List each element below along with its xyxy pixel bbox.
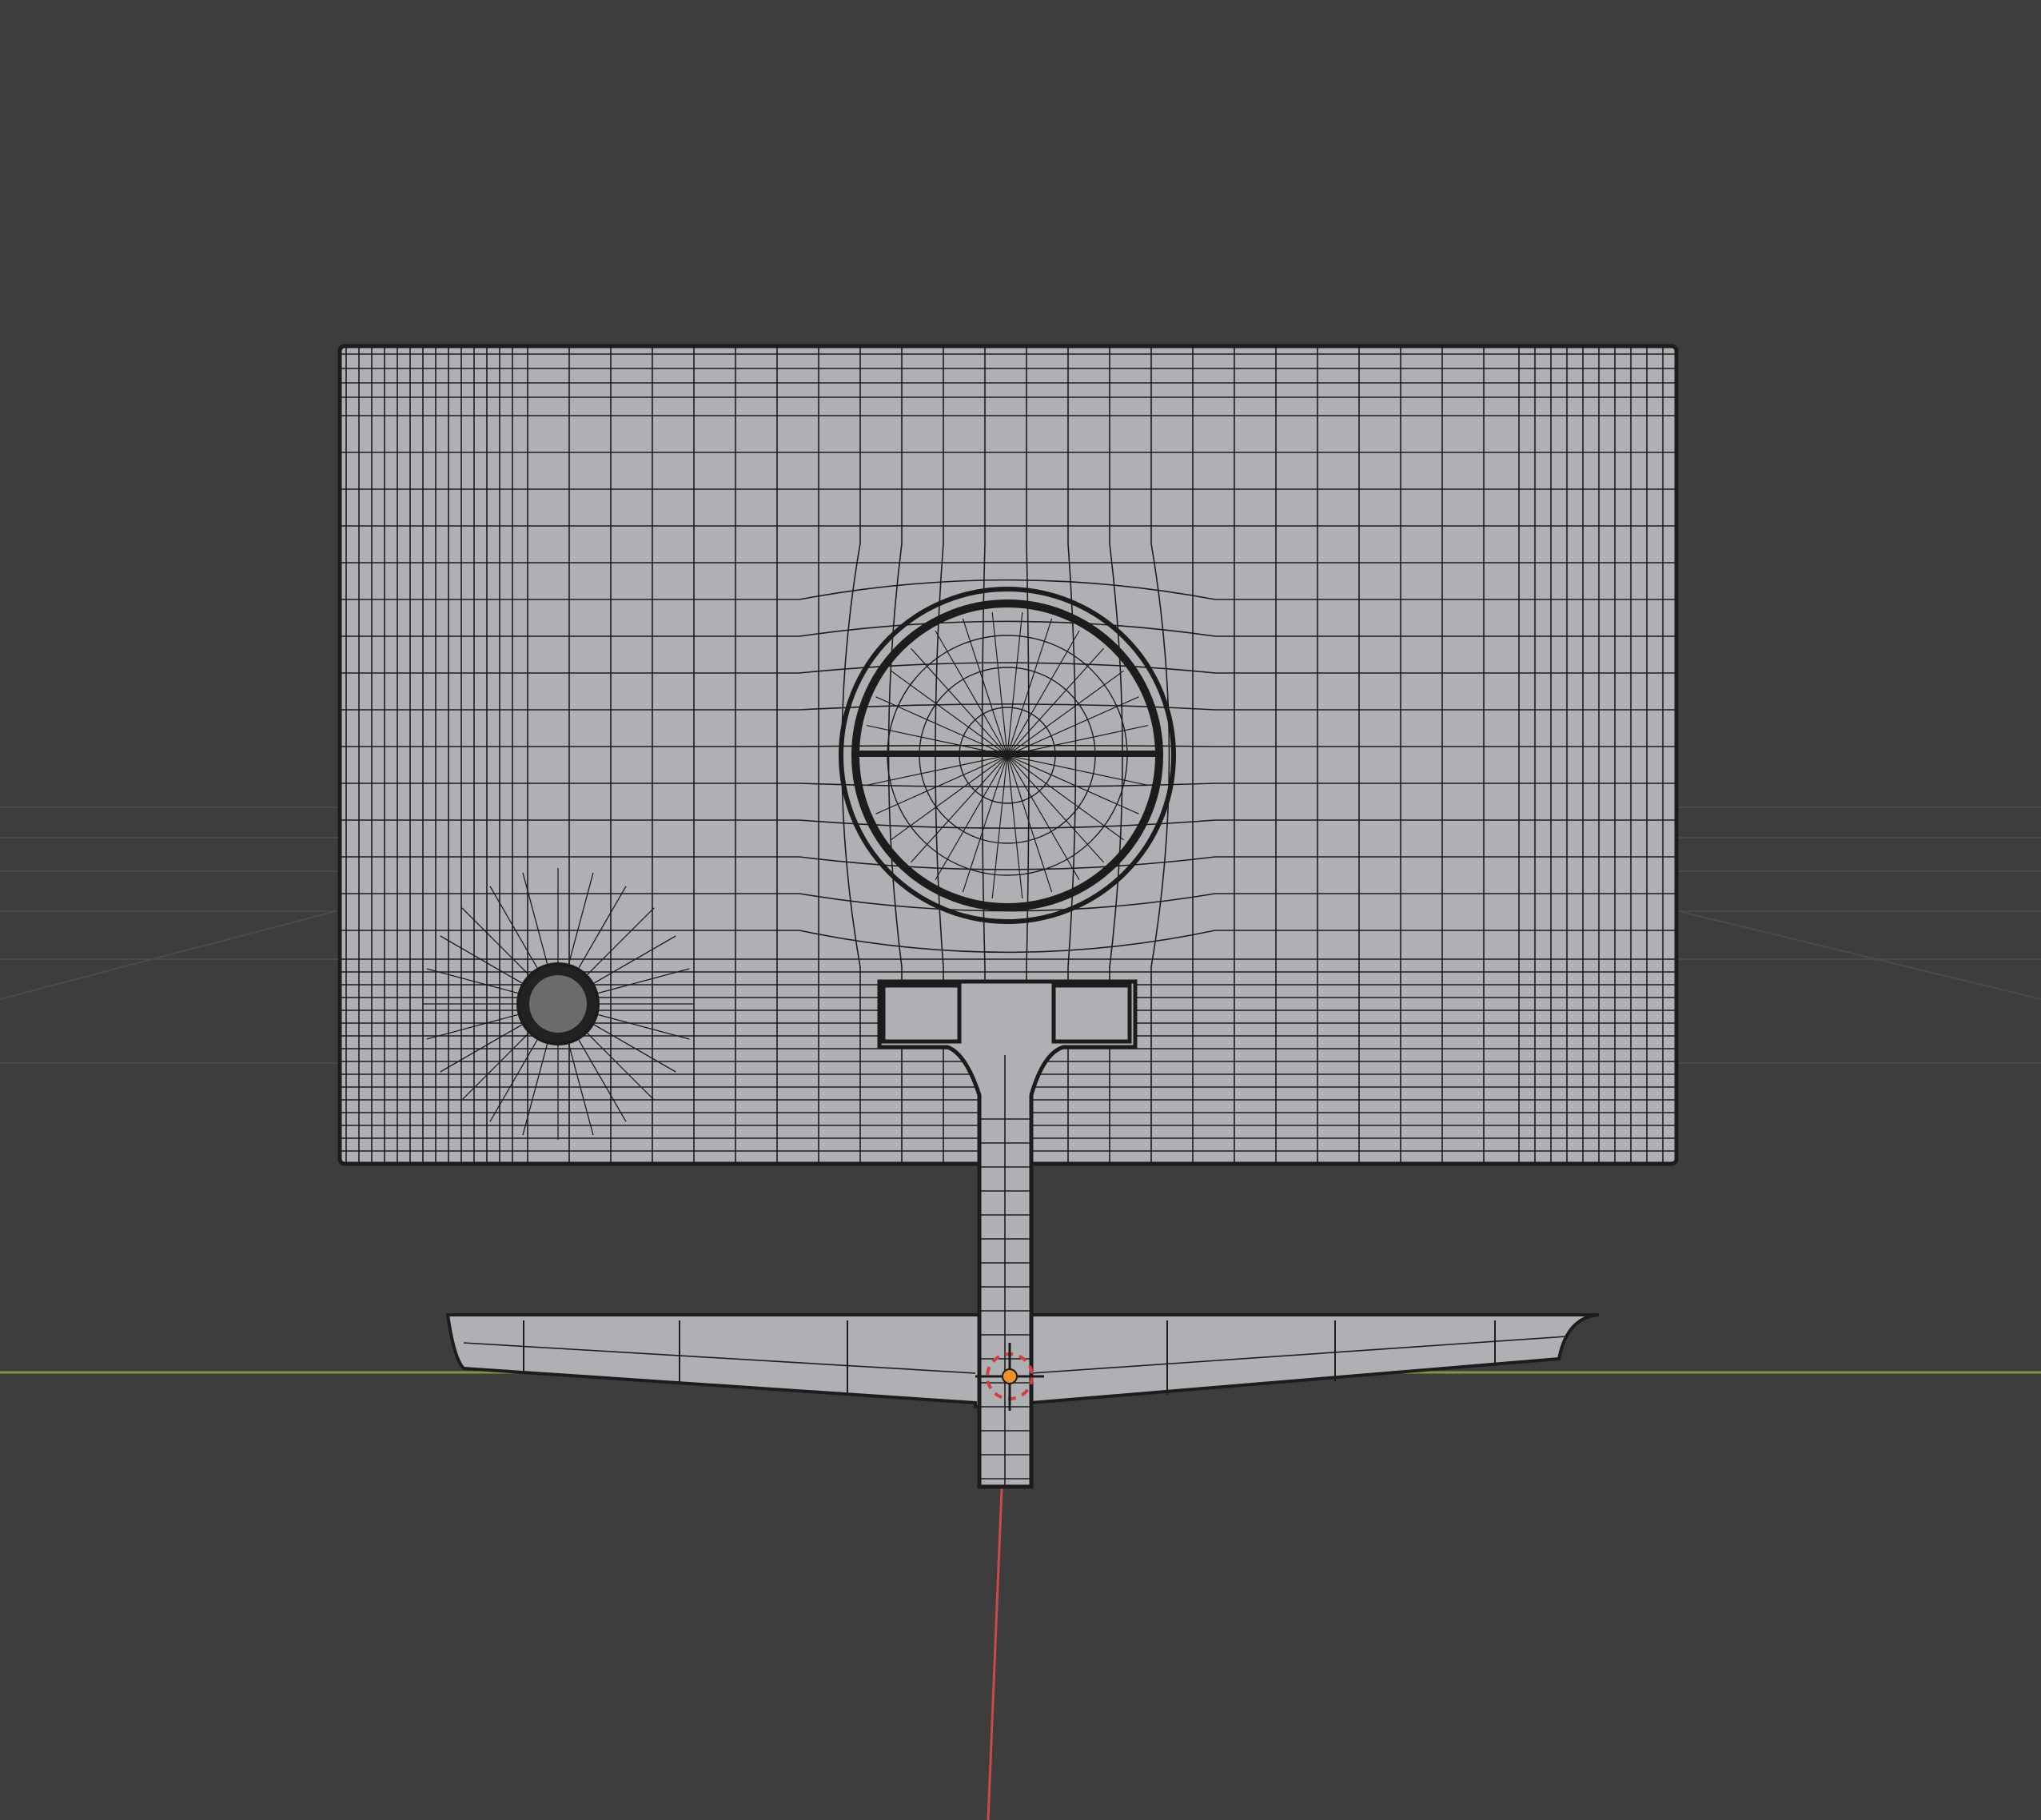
3d-viewport[interactable] <box>0 0 2041 1820</box>
neck-slot-left <box>881 983 962 1044</box>
monitor-mesh[interactable] <box>337 344 1679 1489</box>
object-origin-icon <box>1002 1368 1018 1384</box>
neck-slot-right <box>1051 983 1132 1044</box>
joystick-button-inner <box>529 975 587 1033</box>
joystick-button[interactable] <box>422 868 694 1140</box>
